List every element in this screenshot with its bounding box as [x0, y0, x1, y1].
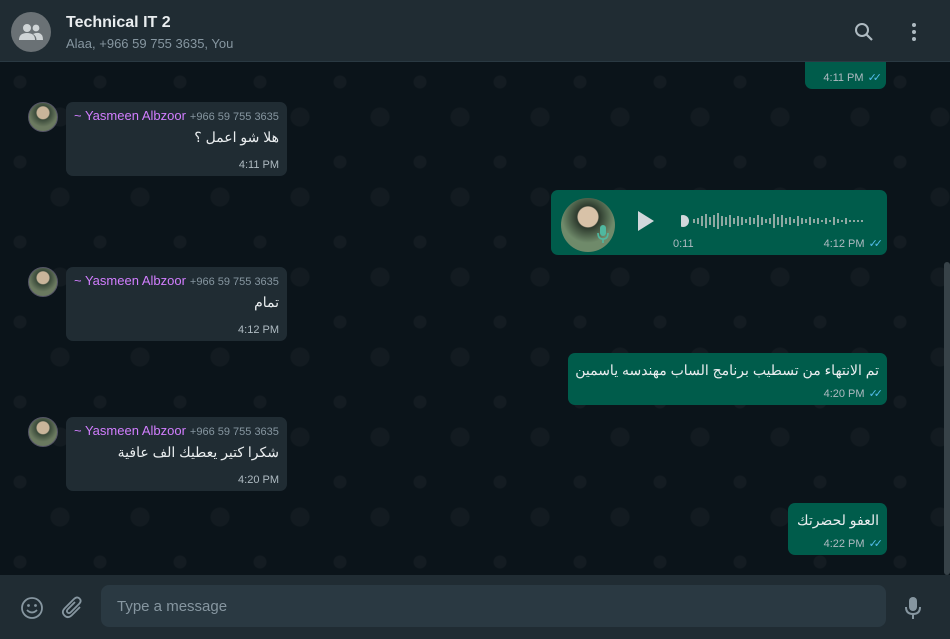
message-input[interactable] — [101, 585, 886, 627]
sender-phone: +966 59 755 3635 — [189, 426, 279, 438]
group-participants[interactable]: Alaa, +966 59 755 3635, You — [66, 36, 233, 51]
sender-line: ~ Yasmeen Albzoor +966 59 755 3635 — [74, 423, 279, 438]
paperclip-icon — [61, 596, 82, 619]
search-button[interactable] — [852, 20, 876, 44]
message-meta: 4:11 PM ✓✓ — [823, 71, 883, 85]
scrollbar[interactable] — [944, 262, 950, 575]
group-title[interactable]: Technical IT 2 — [66, 14, 171, 32]
message-text: تم الانتهاء من تسطيب برنامج الساب مهندسه… — [575, 362, 879, 378]
message-time: 4:12 PM — [823, 237, 865, 250]
more-vertical-icon — [912, 23, 916, 41]
message-meta: 4:20 PM ✓✓ — [823, 387, 884, 401]
message-incoming[interactable]: ~ Yasmeen Albzoor +966 59 755 3635 شكرا ك… — [66, 417, 287, 491]
sender-avatar[interactable] — [28, 417, 58, 447]
read-ticks-icon: ✓✓ — [868, 538, 884, 550]
menu-button[interactable] — [902, 20, 926, 44]
read-ticks-icon: ✓✓ — [868, 238, 884, 250]
message-meta: 4:11 PM — [239, 159, 279, 171]
sender-avatar[interactable] — [28, 267, 58, 297]
message-outgoing[interactable]: العفو لحضرتك 4:22 PM ✓✓ — [788, 503, 887, 555]
search-icon — [855, 23, 873, 41]
voice-duration: 0:11 — [673, 238, 694, 250]
message-text: تمام — [254, 294, 279, 310]
message-time: 4:22 PM — [823, 537, 865, 550]
message-text: العفو لحضرتك — [797, 512, 879, 528]
message-time: 4:11 PM — [238, 159, 279, 171]
group-icon — [19, 24, 43, 40]
voice-message[interactable]: 0:11 4:12 PM ✓✓ — [551, 190, 887, 255]
sender-avatar[interactable] — [28, 102, 58, 132]
message-incoming[interactable]: ~ Yasmeen Albzoor +966 59 755 3635 هلا شو… — [66, 102, 287, 176]
microphone-badge-icon — [597, 225, 609, 243]
group-avatar[interactable] — [11, 12, 51, 52]
sender-phone: +966 59 755 3635 — [189, 276, 279, 288]
waveform-bars — [693, 213, 863, 229]
message-meta: 4:12 PM ✓✓ — [823, 237, 884, 251]
message-incoming[interactable]: ~ Yasmeen Albzoor +966 59 755 3635 تمام 4… — [66, 267, 287, 341]
sender-line: ~ Yasmeen Albzoor +966 59 755 3635 — [74, 108, 279, 123]
chat-header: Technical IT 2 Alaa, +966 59 755 3635, Y… — [0, 0, 950, 62]
message-meta: 4:22 PM ✓✓ — [823, 537, 884, 551]
message-outgoing[interactable]: 4:11 PM ✓✓ — [805, 62, 886, 89]
emoji-icon — [21, 597, 43, 619]
playback-scrubber[interactable] — [681, 215, 689, 227]
voice-record-button[interactable] — [900, 595, 926, 621]
message-text: هلا شو اعمل ؟ — [194, 129, 279, 145]
message-composer — [0, 575, 950, 639]
attach-button[interactable] — [60, 595, 86, 621]
read-ticks-icon: ✓✓ — [868, 388, 884, 400]
sender-line: ~ Yasmeen Albzoor +966 59 755 3635 — [74, 273, 279, 288]
message-meta: 4:20 PM — [238, 474, 279, 486]
message-time: 4:11 PM — [823, 71, 864, 84]
audio-waveform[interactable] — [681, 212, 866, 230]
message-meta: 4:12 PM — [238, 324, 279, 336]
sender-name[interactable]: ~ Yasmeen Albzoor — [74, 108, 186, 123]
emoji-button[interactable] — [19, 595, 45, 621]
sender-name[interactable]: ~ Yasmeen Albzoor — [74, 273, 186, 288]
play-icon[interactable] — [633, 209, 657, 233]
message-outgoing[interactable]: تم الانتهاء من تسطيب برنامج الساب مهندسه… — [568, 353, 887, 405]
sender-phone: +966 59 755 3635 — [189, 111, 279, 123]
message-time: 4:20 PM — [238, 474, 279, 486]
message-time: 4:12 PM — [238, 324, 279, 336]
microphone-icon — [905, 597, 921, 619]
message-time: 4:20 PM — [823, 387, 865, 400]
message-text: شكرا كتير يعطيك الف عافية — [117, 444, 279, 460]
sender-name[interactable]: ~ Yasmeen Albzoor — [74, 423, 186, 438]
read-ticks-icon: ✓✓ — [867, 72, 883, 84]
message-list[interactable]: 4:11 PM ✓✓ ~ Yasmeen Albzoor +966 59 755 … — [0, 62, 950, 575]
